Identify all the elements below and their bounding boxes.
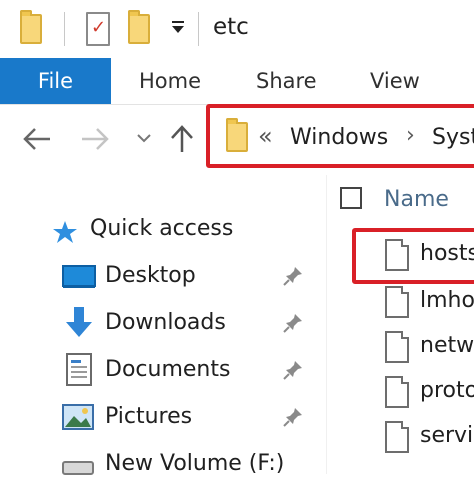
address-folder-icon: [226, 118, 248, 152]
customize-toolbar-chevron-icon[interactable]: [168, 18, 188, 38]
highlight-box: [352, 228, 474, 284]
file-row-networks[interactable]: netw: [355, 326, 474, 370]
tab-home[interactable]: Home: [139, 58, 201, 104]
select-all-checkbox[interactable]: [340, 187, 362, 209]
file-row-protocol[interactable]: proto: [355, 371, 474, 415]
window-title: etc: [213, 14, 249, 40]
file-name: netw: [420, 333, 474, 358]
breadcrumb-system32[interactable]: Syst: [432, 125, 474, 150]
sidebar-item-new-volume[interactable]: New Volume (F:): [0, 443, 326, 487]
sidebar-item-label: Downloads: [105, 310, 226, 335]
drive-icon: [62, 461, 94, 475]
pin-icon[interactable]: [282, 265, 304, 287]
tab-view[interactable]: View: [370, 58, 420, 104]
file-icon: [385, 376, 409, 408]
breadcrumb-separator[interactable]: ›: [406, 123, 415, 148]
address-bar[interactable]: « Windows › Syst: [206, 104, 474, 168]
pictures-icon: [62, 404, 94, 430]
back-arrow-icon[interactable]: [22, 126, 52, 152]
breadcrumb-overflow[interactable]: «: [258, 122, 273, 150]
desktop-icon: [62, 265, 96, 288]
documents-icon: [66, 353, 92, 386]
tab-share[interactable]: Share: [256, 58, 317, 104]
sidebar-item-label: Quick access: [90, 216, 234, 241]
folder-icon[interactable]: [20, 10, 42, 44]
toolbar-divider: [198, 12, 199, 46]
pin-icon[interactable]: [282, 312, 304, 334]
sidebar-item-desktop[interactable]: Desktop: [0, 255, 326, 299]
pane-divider: [326, 175, 327, 474]
sidebar-item-downloads[interactable]: Downloads: [0, 302, 326, 346]
file-row-services[interactable]: servic: [355, 416, 474, 460]
column-header-name[interactable]: Name: [384, 187, 449, 212]
up-arrow-icon[interactable]: [168, 124, 196, 154]
pin-icon[interactable]: [282, 406, 304, 428]
recent-locations-chevron-icon[interactable]: [136, 132, 152, 144]
file-icon: [385, 286, 409, 318]
toolbar-divider: [64, 12, 65, 46]
forward-arrow-icon[interactable]: [80, 126, 110, 152]
file-icon: [385, 421, 409, 453]
new-folder-icon[interactable]: [128, 10, 150, 44]
breadcrumb-windows[interactable]: Windows: [290, 125, 388, 150]
file-row-lmhosts[interactable]: lmho: [355, 281, 474, 325]
sidebar-item-quick-access[interactable]: Quick access: [0, 208, 326, 252]
file-name: servic: [420, 423, 474, 448]
title-bar: ✓ etc: [0, 0, 474, 58]
sidebar-item-label: Pictures: [105, 404, 193, 429]
tab-file[interactable]: File: [0, 58, 111, 104]
sidebar-item-label: Desktop: [105, 263, 196, 288]
file-icon: [385, 331, 409, 363]
star-icon: [53, 221, 77, 243]
sidebar-item-label: New Volume (F:): [105, 451, 285, 476]
sidebar-item-pictures[interactable]: Pictures: [0, 396, 326, 440]
properties-icon[interactable]: ✓: [86, 12, 110, 46]
file-name: lmho: [420, 288, 474, 313]
pin-icon[interactable]: [282, 359, 304, 381]
download-arrow-icon: [66, 307, 92, 337]
file-name: proto: [420, 378, 474, 403]
sidebar-item-label: Documents: [105, 357, 231, 382]
sidebar-item-documents[interactable]: Documents: [0, 349, 326, 393]
